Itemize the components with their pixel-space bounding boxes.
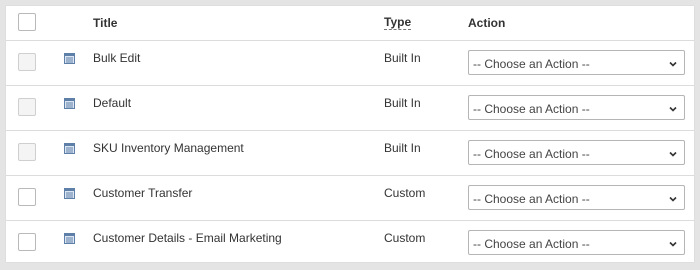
table-row: Default Built In -- Choose an Action -- bbox=[6, 86, 694, 131]
header-title[interactable]: Title bbox=[93, 16, 117, 30]
table-row: SKU Inventory Management Built In -- Choos… bbox=[6, 131, 694, 176]
document-list-icon bbox=[64, 188, 75, 199]
action-select[interactable]: -- Choose an Action -- bbox=[468, 50, 685, 75]
document-list-icon bbox=[64, 143, 75, 154]
action-select-value: -- Choose an Action -- bbox=[473, 102, 590, 116]
chevron-down-icon bbox=[668, 238, 678, 248]
header-action: Action bbox=[468, 16, 506, 30]
document-list-icon bbox=[64, 233, 75, 244]
row-title[interactable]: Customer Transfer bbox=[93, 186, 192, 200]
action-select[interactable]: -- Choose an Action -- bbox=[468, 140, 685, 165]
table-header-row: Title Type Action bbox=[6, 6, 694, 41]
document-list-icon bbox=[64, 98, 75, 109]
table-row: Customer Details - Email Marketing Custom… bbox=[6, 221, 694, 265]
row-title[interactable]: SKU Inventory Management bbox=[93, 141, 244, 155]
row-checkbox[interactable] bbox=[18, 188, 36, 206]
action-select[interactable]: -- Choose an Action -- bbox=[468, 185, 685, 210]
chevron-down-icon bbox=[668, 148, 678, 158]
action-select-value: -- Choose an Action -- bbox=[473, 237, 590, 251]
table-row: Bulk Edit Built In -- Choose an Action -- bbox=[6, 41, 694, 86]
action-select-value: -- Choose an Action -- bbox=[473, 192, 590, 206]
views-table: Title Type Action Bulk Edit Built In -- Ch… bbox=[6, 6, 694, 262]
row-checkbox[interactable] bbox=[18, 233, 36, 251]
select-all-checkbox[interactable] bbox=[18, 13, 36, 31]
row-type: Custom bbox=[384, 231, 426, 245]
action-select[interactable]: -- Choose an Action -- bbox=[468, 95, 685, 120]
row-checkbox[interactable] bbox=[18, 98, 36, 116]
table-row: Customer Transfer Custom -- Choose an Acti… bbox=[6, 176, 694, 221]
row-checkbox[interactable] bbox=[18, 143, 36, 161]
chevron-down-icon bbox=[668, 193, 678, 203]
action-select-value: -- Choose an Action -- bbox=[473, 147, 590, 161]
row-type: Built In bbox=[384, 141, 421, 155]
chevron-down-icon bbox=[668, 103, 678, 113]
row-checkbox[interactable] bbox=[18, 53, 36, 71]
row-type: Built In bbox=[384, 51, 421, 65]
document-list-icon bbox=[64, 53, 75, 64]
row-title[interactable]: Customer Details - Email Marketing bbox=[93, 231, 282, 245]
action-select[interactable]: -- Choose an Action -- bbox=[468, 230, 685, 255]
row-title[interactable]: Bulk Edit bbox=[93, 51, 140, 65]
header-type[interactable]: Type bbox=[384, 16, 412, 30]
row-type: Built In bbox=[384, 96, 421, 110]
action-select-value: -- Choose an Action -- bbox=[473, 57, 590, 71]
row-title[interactable]: Default bbox=[93, 96, 131, 110]
chevron-down-icon bbox=[668, 58, 678, 68]
row-type: Custom bbox=[384, 186, 426, 200]
